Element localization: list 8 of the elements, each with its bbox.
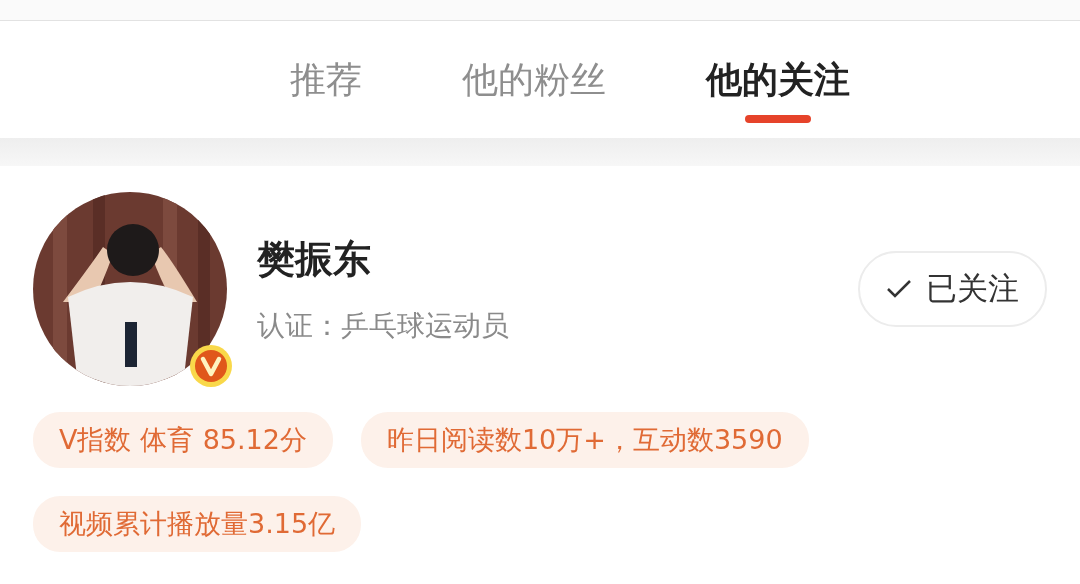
tab[interactable]: 他的关注 xyxy=(706,57,850,123)
stat-tag: 昨日阅读数10万+，互动数3590 xyxy=(360,412,809,468)
checkmark-icon xyxy=(886,279,912,299)
user-name: 樊振东 xyxy=(257,235,372,283)
follow-button[interactable]: 已关注 xyxy=(858,251,1047,327)
certification-text: 认证：乒乓球运动员 xyxy=(257,307,510,344)
stat-tag: V指数 体育 85.12分 xyxy=(33,412,333,468)
stat-tag: 视频累计播放量3.15亿 xyxy=(33,496,362,552)
